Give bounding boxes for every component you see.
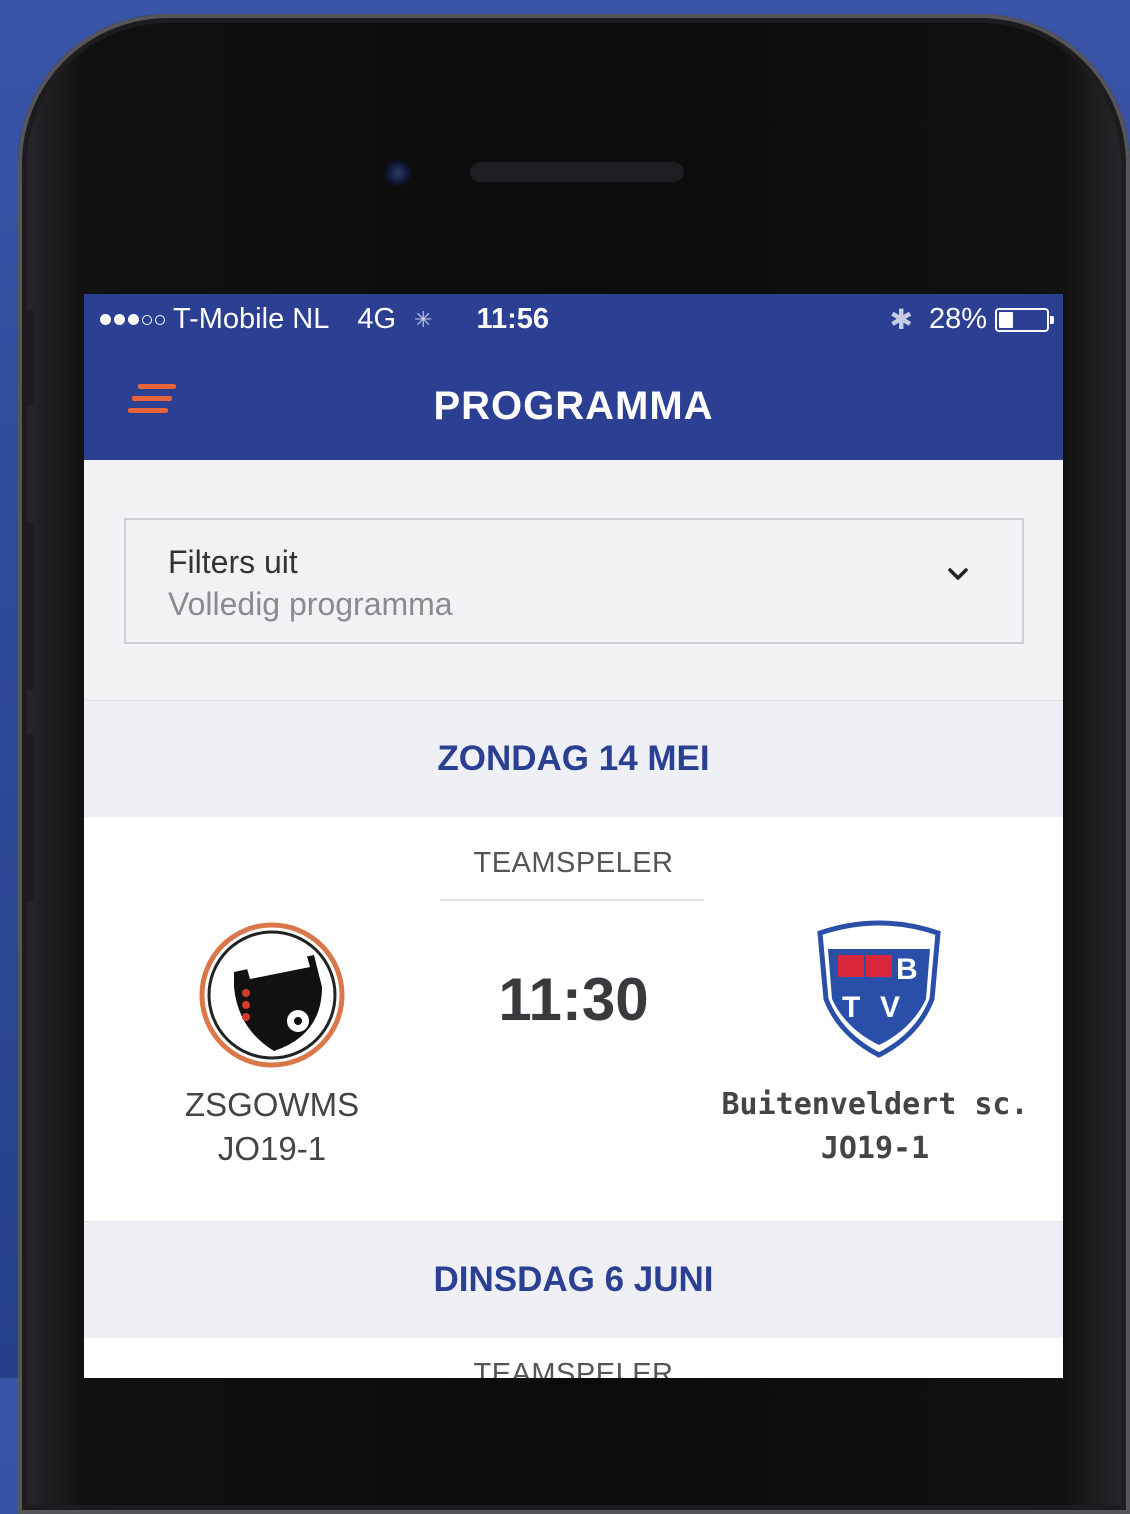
status-bar: T-Mobile NL 4G ✳ 11:56 ✱ 28% (84, 294, 1063, 350)
filter-dropdown[interactable]: Filters uit Volledig programma (124, 518, 1024, 644)
away-team-squad: JO19-1 (820, 1131, 930, 1166)
volume-down-button (24, 734, 34, 902)
filter-title: Filters uit (168, 544, 298, 580)
day-label: ZONDAG 14 MEI (437, 739, 710, 778)
mute-switch (24, 310, 34, 406)
bluetooth-icon: ✱ (889, 304, 913, 335)
network-type: 4G (357, 303, 397, 335)
filter-section: Filters uit Volledig programma (84, 460, 1063, 700)
home-team-squad: JO19-1 (217, 1130, 327, 1167)
app-screen: T-Mobile NL 4G ✳ 11:56 ✱ 28% PROGRAMMA F… (84, 294, 1063, 1378)
chevron-down-icon (948, 568, 968, 580)
category-divider (440, 899, 704, 901)
buitenveldert-logo-icon: B T V (817, 920, 941, 1058)
day-header: ZONDAG 14 MEI (84, 700, 1063, 818)
svg-text:T: T (842, 991, 860, 1024)
carrier-label: T-Mobile NL (173, 303, 330, 335)
battery-icon (995, 307, 1054, 332)
battery-percent: 28% (928, 303, 987, 335)
volume-up-button (24, 522, 34, 690)
match-card[interactable]: TEAMSPELER 11:30 B T V ZSGOWMS JO19-1 Bu… (84, 817, 1063, 1221)
page-title: PROGRAMMA (433, 384, 714, 428)
away-team-name: Buitenveldert sc. (721, 1087, 1029, 1122)
svg-text:B: B (896, 953, 918, 986)
match-category: TEAMSPELER (473, 847, 674, 879)
earpiece-speaker (470, 162, 684, 182)
match-card[interactable]: TEAMSPELER (84, 1338, 1063, 1378)
nav-bar: PROGRAMMA (84, 350, 1063, 460)
front-camera (385, 160, 411, 186)
status-time: 11:56 (476, 303, 550, 335)
activity-spinner-icon: ✳ (414, 306, 433, 332)
match-category: TEAMSPELER (473, 1358, 674, 1378)
home-team-name: ZSGOWMS (184, 1086, 360, 1123)
away-team: Buitenveldert sc. JO19-1 (710, 1083, 1040, 1171)
signal-strength-icon (100, 314, 165, 325)
svg-text:V: V (880, 991, 900, 1024)
home-team: ZSGOWMS JO19-1 (124, 1083, 420, 1171)
day-header: DINSDAG 6 JUNI (84, 1221, 1063, 1339)
filter-subtitle: Volledig programma (168, 586, 453, 622)
day-label: DINSDAG 6 JUNI (433, 1260, 714, 1299)
